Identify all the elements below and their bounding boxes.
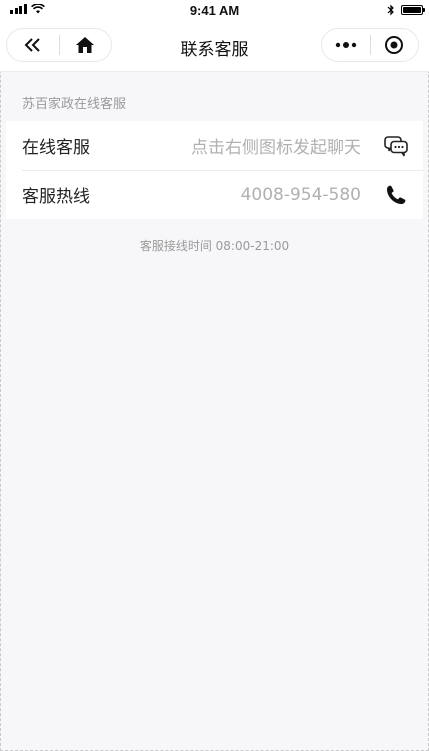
close-button[interactable] xyxy=(371,29,419,61)
nav-right-capsule xyxy=(321,28,419,62)
service-hours: 客服接线时间 08:00-21:00 xyxy=(139,239,290,253)
more-dots-icon xyxy=(335,42,356,48)
close-target-icon xyxy=(385,36,404,54)
status-bar: 9:41 AM xyxy=(0,0,429,22)
status-right xyxy=(387,4,425,16)
row-hint: 点击右侧图标发起聊天 xyxy=(191,138,361,158)
hotline-number: 4008-954-580 xyxy=(240,184,361,205)
status-time: 9:41 AM xyxy=(189,3,240,18)
list-item-hotline[interactable]: 客服热线 4008-954-580 xyxy=(6,170,423,219)
chat-button[interactable] xyxy=(383,133,409,159)
more-button[interactable] xyxy=(322,29,370,61)
contact-list: 在线客服 点击右侧图标发起聊天 客服热线 4008-954-580 xyxy=(6,121,423,219)
list-item-online-service[interactable]: 在线客服 点击右侧图标发起聊天 xyxy=(6,121,423,170)
page-frame xyxy=(0,0,429,751)
call-button[interactable] xyxy=(383,182,409,208)
row-label: 在线客服 xyxy=(22,138,90,158)
chat-bubbles-icon xyxy=(384,135,408,156)
battery-icon xyxy=(401,5,425,15)
bluetooth-icon xyxy=(387,4,394,16)
phone-icon xyxy=(387,185,406,204)
row-label: 客服热线 xyxy=(22,187,90,207)
navigation-bar: 联系客服 xyxy=(0,22,429,72)
section-header: 苏百家政在线客服 xyxy=(22,97,127,112)
